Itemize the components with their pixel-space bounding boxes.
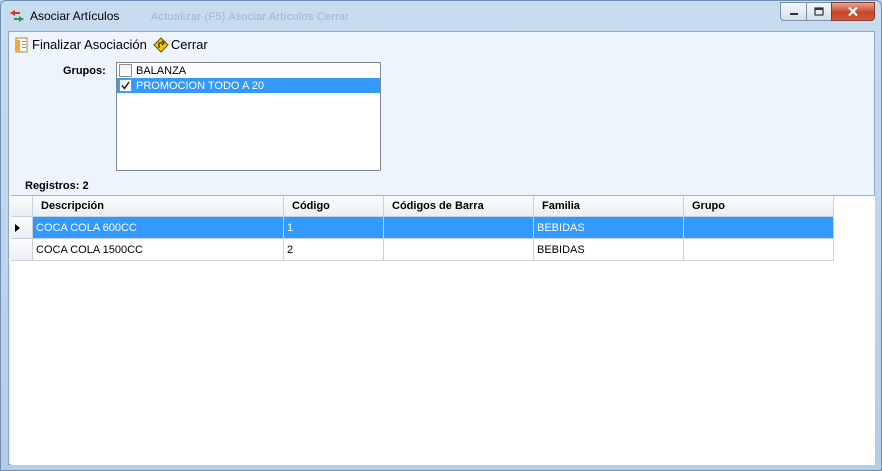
cell-descripcion[interactable]: COCA COLA 1500CC <box>33 239 284 261</box>
close-icon <box>848 6 858 17</box>
articles-grid[interactable]: Descripción Código Códigos de Barra Fami… <box>11 195 875 465</box>
finalize-association-button[interactable]: Finalizar Asociación <box>11 34 150 56</box>
column-header-codigos-barra[interactable]: Códigos de Barra <box>384 196 534 217</box>
minimize-button[interactable] <box>780 2 806 21</box>
table-row[interactable]: COCA COLA 600CC 1 BEBIDAS <box>11 217 834 239</box>
window-title: Asociar Artículos <box>30 9 120 23</box>
associate-arrows-icon <box>10 10 24 22</box>
cell-grupo[interactable] <box>684 239 834 261</box>
group-item-label: PROMOCION TODO A 20 <box>136 79 264 92</box>
document-finalize-icon <box>15 37 28 52</box>
cell-familia[interactable]: BEBIDAS <box>534 239 684 261</box>
group-item-label: BALANZA <box>136 64 187 77</box>
group-item-promocion[interactable]: PROMOCION TODO A 20 <box>117 78 380 93</box>
close-button[interactable]: Cerrar <box>150 34 211 56</box>
cell-descripcion[interactable]: COCA COLA 600CC <box>33 217 284 239</box>
checkmark-icon <box>121 81 130 90</box>
groups-label: Grupos: <box>63 65 106 77</box>
row-header[interactable] <box>11 217 33 239</box>
cell-codigo[interactable]: 2 <box>284 239 384 261</box>
minimize-icon <box>789 12 798 15</box>
cell-codigos-barra[interactable] <box>384 217 534 239</box>
row-header[interactable] <box>11 239 33 261</box>
current-row-arrow-icon <box>15 223 20 232</box>
title-bar[interactable]: Asociar Artículos Actualizar (F5) Asocia… <box>1 1 881 31</box>
app-window: Asociar Artículos Actualizar (F5) Asocia… <box>0 0 882 471</box>
exit-sign-icon <box>153 36 169 53</box>
form-client-area: Finalizar Asociación Cerrar Grupos: BALA… <box>8 31 875 465</box>
close-label: Cerrar <box>170 37 208 52</box>
table-row[interactable]: COCA COLA 1500CC 2 BEBIDAS <box>11 239 834 261</box>
grid-header: Descripción Código Códigos de Barra Fami… <box>11 196 834 217</box>
column-header-descripcion[interactable]: Descripción <box>33 196 284 217</box>
toolbar: Finalizar Asociación Cerrar <box>9 32 874 57</box>
group-checkbox[interactable] <box>119 79 132 92</box>
group-checkbox[interactable] <box>119 64 132 77</box>
column-header-codigo[interactable]: Código <box>284 196 384 217</box>
window-controls <box>780 2 875 21</box>
cell-grupo[interactable] <box>684 217 834 239</box>
finalize-association-label: Finalizar Asociación <box>32 37 147 52</box>
maximize-icon <box>814 7 824 16</box>
row-header-corner[interactable] <box>11 196 33 217</box>
records-count: Registros: 2 <box>25 180 89 192</box>
column-header-grupo[interactable]: Grupo <box>684 196 834 217</box>
column-header-familia[interactable]: Familia <box>534 196 684 217</box>
cell-codigos-barra[interactable] <box>384 239 534 261</box>
group-item-balanza[interactable]: BALANZA <box>117 63 380 78</box>
cell-familia[interactable]: BEBIDAS <box>534 217 684 239</box>
background-ghost-text: Actualizar (F5) Asociar Artículos Cerrar <box>151 11 350 23</box>
cell-codigo[interactable]: 1 <box>284 217 384 239</box>
groups-checklist[interactable]: BALANZA PROMOCION TODO A 20 <box>116 62 381 171</box>
close-window-button[interactable] <box>831 2 875 21</box>
maximize-button[interactable] <box>806 2 831 21</box>
